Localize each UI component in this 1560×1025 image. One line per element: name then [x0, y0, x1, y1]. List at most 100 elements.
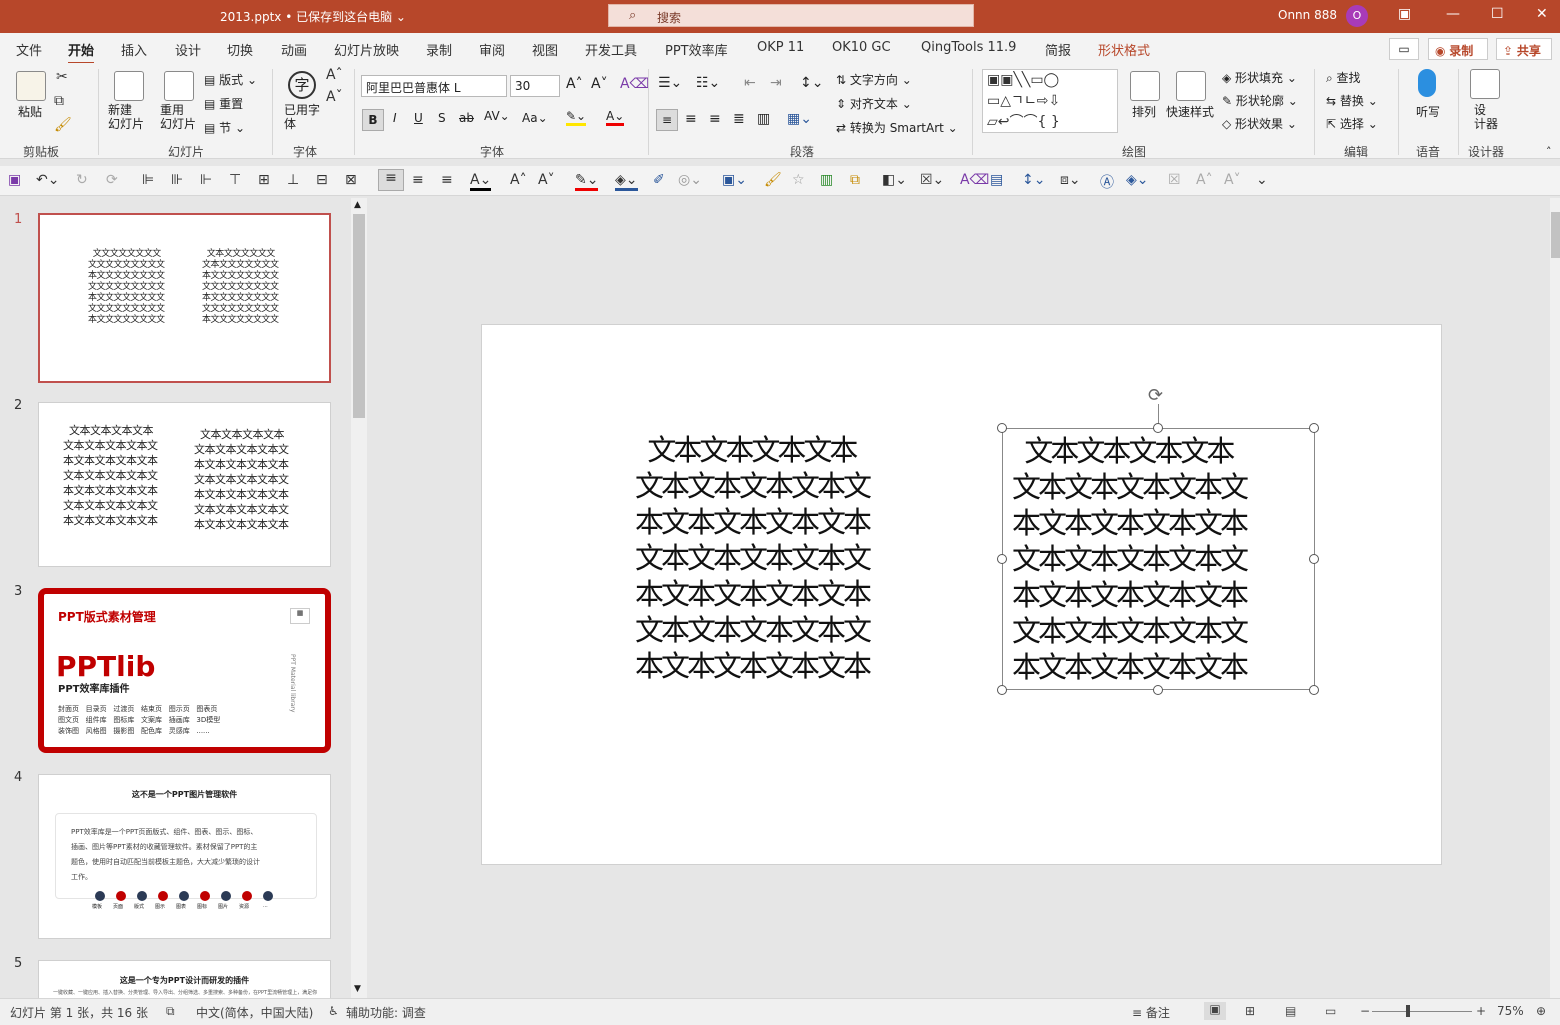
smartart-button[interactable]: ⇄ 转换为 SmartArt ⌄ [836, 119, 958, 136]
columns-icon[interactable]: ▦⌄ [787, 111, 812, 127]
qat-font-color-icon[interactable]: A⌄ [470, 172, 492, 191]
ribbon-display-icon[interactable]: ▣ [1398, 6, 1411, 22]
search-box[interactable]: ⌕ 搜索 [608, 4, 974, 27]
accessibility-status[interactable]: 辅助功能: 调查 [346, 1004, 426, 1021]
qat-a1-icon[interactable]: A˄ [1196, 172, 1213, 188]
shapes-gallery[interactable]: ▣▣╲╲▭◯ ▭△ㄱㄴ⇨⇩ ▱↩⌒⌒{ } [982, 69, 1118, 133]
scroll-up-icon[interactable]: ▲ [354, 200, 361, 210]
grow-icon[interactable]: Aˆ [326, 67, 343, 83]
slide-thumb-5[interactable]: 这是一个专为PPT设计而研发的插件 一键收藏、一键应用、插入替换、分类管理、导入… [38, 960, 331, 1000]
qat-outline-color-icon[interactable]: ✎⌄ [575, 172, 599, 191]
align-left-objects-icon[interactable]: ⊫ [142, 172, 154, 188]
qat-customize-icon[interactable]: ⌄ [1256, 172, 1268, 188]
numbering-icon[interactable]: ☷⌄ [696, 75, 720, 91]
redo-icon[interactable]: ↻ [76, 172, 88, 188]
resize-handle[interactable] [1309, 554, 1319, 564]
qat-effects-icon[interactable]: ◎⌄ [678, 172, 702, 188]
find-button[interactable]: ⌕ 查找 [1326, 69, 1361, 86]
tab-design[interactable]: 设计 [175, 40, 201, 59]
zoom-in-icon[interactable]: + [1476, 1004, 1486, 1018]
qat-align-left-icon[interactable]: ≡ [378, 169, 404, 191]
notes-button[interactable]: ≡ 备注 [1132, 1004, 1170, 1021]
paste-icon[interactable] [16, 71, 46, 101]
close-button[interactable]: ✕ [1536, 6, 1548, 22]
reuse-slide-label[interactable]: 重用 幻灯片 [160, 103, 196, 131]
reading-view-icon[interactable]: ▤ [1285, 1004, 1296, 1018]
resize-handle[interactable] [1153, 685, 1163, 695]
designer-icon[interactable] [1470, 69, 1500, 99]
strikethrough-icon[interactable]: ab [459, 111, 474, 125]
align-right-objects-icon[interactable]: ⊩ [200, 172, 212, 188]
tab-shape-format[interactable]: 形状格式 [1098, 40, 1150, 59]
thumbnail-scrollbar[interactable]: ▲ ▼ [351, 198, 367, 998]
decrease-font-icon[interactable]: A˅ [591, 76, 608, 92]
new-slide-icon[interactable] [114, 71, 144, 101]
qat-group-icon[interactable]: ⧈⌄ [1060, 172, 1081, 188]
select-button[interactable]: ⇱ 选择 ⌄ [1326, 115, 1378, 132]
collapse-ribbon-icon[interactable]: ˄ [1546, 145, 1552, 158]
zoom-out-icon[interactable]: − [1360, 1004, 1370, 1018]
new-slide-label[interactable]: 新建 幻灯片 [108, 103, 144, 131]
distribute-h-icon[interactable]: ⊟ [316, 172, 328, 188]
resize-handle[interactable] [997, 685, 1007, 695]
align-text-button[interactable]: ⇕ 对齐文本 ⌄ [836, 95, 912, 112]
replace-button[interactable]: ⇆ 替换 ⌄ [1326, 92, 1378, 109]
shadow-icon[interactable]: S [438, 111, 446, 125]
window-title[interactable]: 2013.pptx • 已保存到这台电脑 ⌄ [220, 8, 406, 25]
fit-slide-icon[interactable]: ⊕ [1536, 1004, 1546, 1018]
clear-format-icon[interactable]: A⌫ [620, 76, 649, 92]
font-size-dropdown[interactable]: 30 [510, 75, 560, 97]
quick-styles-icon[interactable] [1176, 71, 1206, 101]
language-status[interactable]: 中文(简体，中国大陆) [196, 1004, 313, 1021]
text-direction-button[interactable]: ⇅ 文字方向 ⌄ [836, 71, 912, 88]
shrink-icon[interactable]: Aˇ [326, 89, 343, 105]
shape-effects-button[interactable]: ◇ 形状效果 ⌄ [1222, 115, 1297, 132]
resize-handle[interactable] [997, 554, 1007, 564]
zoom-slider[interactable] [1372, 1011, 1472, 1012]
maximize-button[interactable]: ☐ [1491, 6, 1504, 22]
resize-handle[interactable] [1309, 685, 1319, 695]
scroll-down-icon[interactable]: ▼ [354, 984, 361, 994]
qat-shape-icon[interactable]: ▣⌄ [722, 172, 747, 188]
increase-font-icon[interactable]: A˄ [566, 76, 583, 92]
font-name-dropdown[interactable]: 阿里巴巴普惠体 L [361, 75, 507, 97]
qat-fill-color-icon[interactable]: ◈⌄ [615, 172, 638, 191]
slide-thumb-4[interactable]: 这不是一个PPT图片管理软件 PPT效率库是一个PPT页面版式、组件、图表、图示… [38, 774, 331, 939]
qat-shape-change-icon[interactable]: ◈⌄ [1126, 172, 1149, 188]
sorter-view-icon[interactable]: ⊞ [1245, 1004, 1255, 1018]
distributed-icon[interactable]: ▥ [757, 111, 770, 127]
slideshow-icon[interactable]: ▭ [1325, 1004, 1336, 1018]
change-case-icon[interactable]: Aa⌄ [522, 111, 548, 125]
user-name[interactable]: Onnn 888 [1278, 8, 1337, 22]
shape-fill-button[interactable]: ◈ 形状填充 ⌄ [1222, 69, 1297, 86]
undo-icon[interactable]: ↶⌄ [36, 172, 59, 188]
qat-textbox-icon[interactable]: ▤ [990, 172, 1003, 188]
tab-home[interactable]: 开始 [68, 40, 95, 65]
arrange-icon[interactable] [1130, 71, 1160, 101]
shape-outline-button[interactable]: ✎ 形状轮廓 ⌄ [1222, 92, 1298, 109]
used-fonts-label[interactable]: 已用字 体 [284, 103, 320, 131]
designer-label[interactable]: 设 计器 [1474, 103, 1498, 131]
share-button[interactable]: ⇪ 共享 [1496, 38, 1552, 60]
align-center-icon[interactable]: ≡ [685, 111, 697, 127]
align-bottom-objects-icon[interactable]: ⊥ [287, 172, 299, 188]
quick-styles-label[interactable]: 快速样式 [1166, 103, 1214, 120]
qat-text-frame-icon[interactable]: Ⓐ [1100, 172, 1114, 192]
char-spacing-icon[interactable]: AV⌄ [484, 109, 510, 123]
reuse-slide-icon[interactable] [164, 71, 194, 101]
slide-textbox-left[interactable]: 文本文本文本文本 文本文本文本文本文 本文本文本文本文本 文本文本文本文本文 本… [635, 432, 872, 684]
tab-view[interactable]: 视图 [532, 40, 558, 59]
slide-thumb-2[interactable]: 文本文本文本文本 文本文本文本文本文 本文本文本文本文本 文本文本文本文本文 本… [38, 402, 331, 567]
qat-line-spacing-icon[interactable]: ↕⌄ [1022, 172, 1045, 188]
tab-qingtools[interactable]: QingTools 11.9 [921, 40, 1016, 55]
line-spacing-icon[interactable]: ↕⌄ [800, 75, 823, 91]
cut-icon[interactable]: ✂ [56, 69, 68, 85]
microphone-icon[interactable] [1418, 69, 1436, 97]
slide-thumb-3[interactable]: PPT版式素材管理 ▦ PPTlib PPT效率库插件 PPT Material… [38, 588, 331, 753]
increase-indent-icon[interactable]: ⇥ [770, 75, 782, 91]
resize-handle[interactable] [997, 423, 1007, 433]
align-right-icon[interactable]: ≡ [709, 111, 721, 127]
layout-button[interactable]: ▤ 版式 ⌄ [204, 71, 257, 88]
tab-review[interactable]: 审阅 [479, 40, 505, 59]
qat-align-right-icon[interactable]: ≡ [441, 172, 453, 188]
